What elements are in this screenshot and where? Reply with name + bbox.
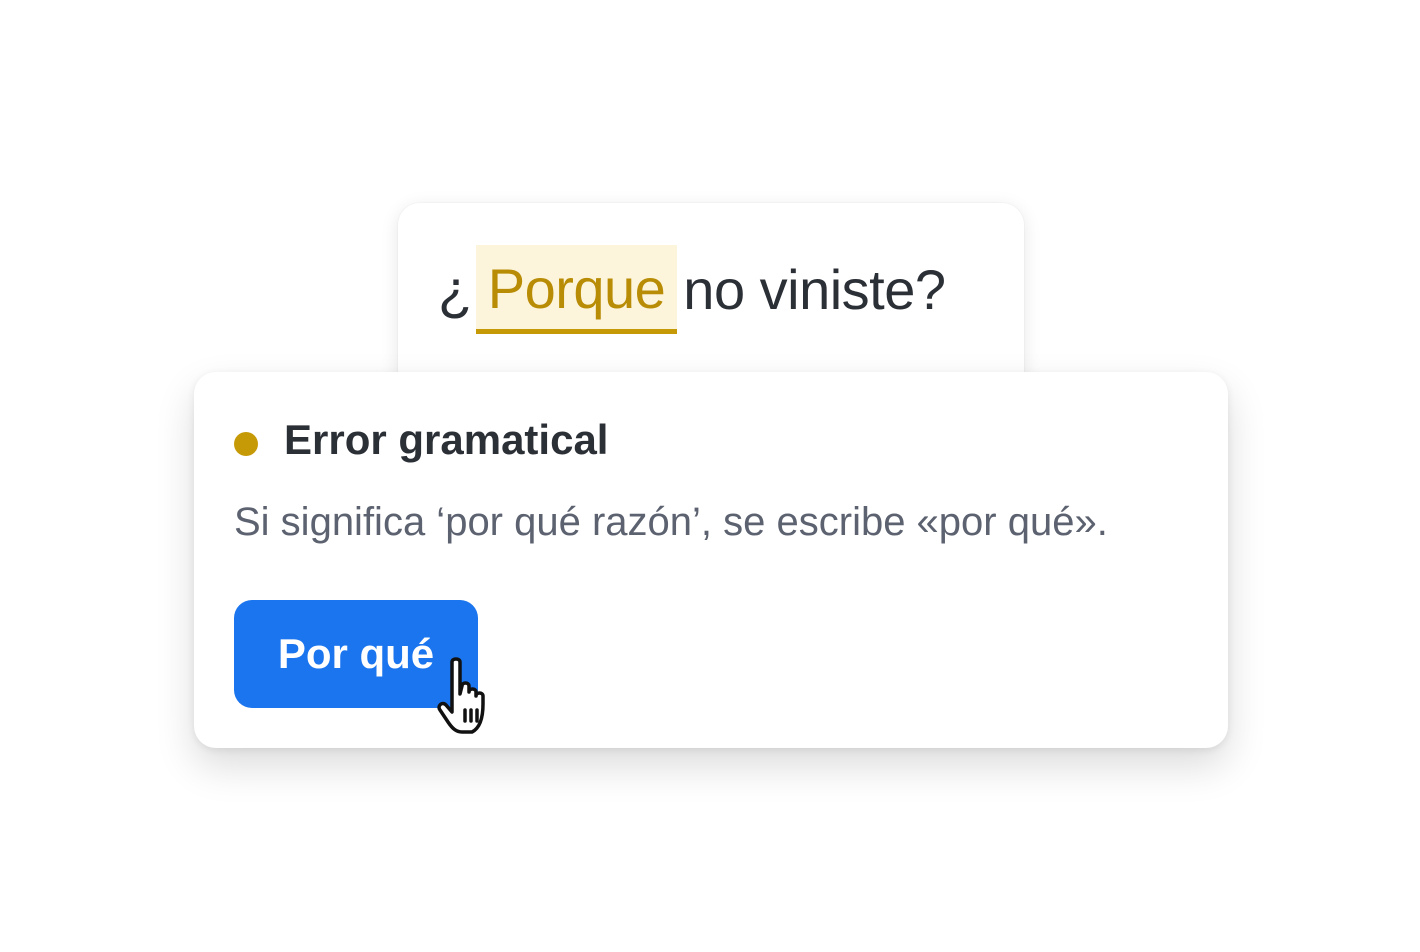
sentence-text: ¿ Porque no viniste? (438, 243, 946, 335)
suggestion-popup: Error gramatical Si significa ‘por qué r… (194, 372, 1228, 748)
sentence-prefix: ¿ (438, 257, 472, 321)
flagged-word[interactable]: Porque (475, 244, 678, 334)
apply-suggestion-button[interactable]: Por qué (234, 600, 478, 708)
suggestion-message: Si significa ‘por qué razón’, se escribe… (234, 500, 1108, 544)
suggestion-title: Error gramatical (284, 416, 609, 463)
sentence-rest: no viniste? (683, 257, 946, 321)
status-dot-icon (234, 432, 258, 456)
